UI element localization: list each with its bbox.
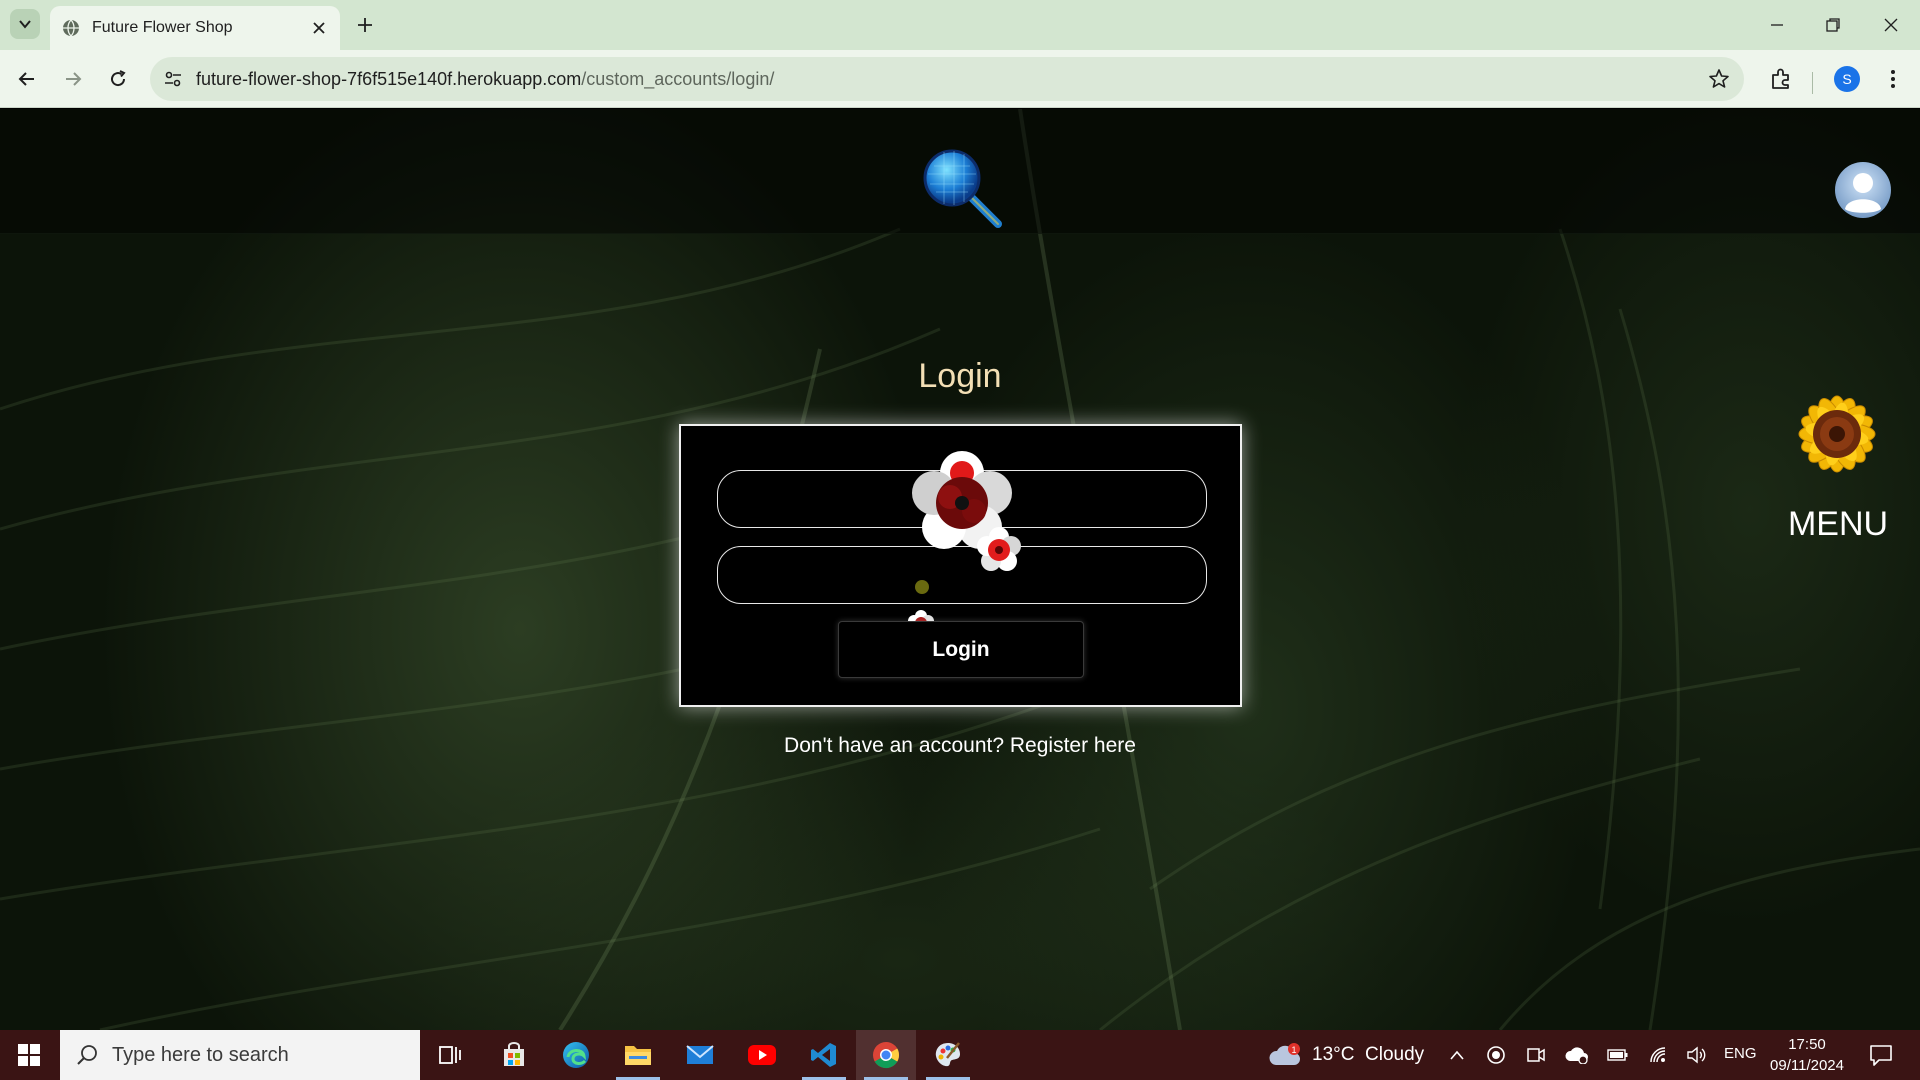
tray-record-button[interactable] xyxy=(1482,1030,1510,1080)
username-input[interactable] xyxy=(717,470,1207,528)
palette-icon xyxy=(935,1042,960,1067)
minimize-icon xyxy=(1771,24,1783,26)
minimize-button[interactable] xyxy=(1762,10,1792,40)
restore-button[interactable] xyxy=(1818,10,1848,40)
url-text: future-flower-shop-7f6f515e140f.herokuap… xyxy=(196,69,774,90)
restore-icon xyxy=(1826,18,1840,32)
taskbar-clock[interactable]: 17:50 09/11/2024 xyxy=(1762,1034,1852,1076)
windows-taskbar: Type here to search 1 13°C Cloudy ENG 17… xyxy=(0,1030,1920,1080)
microsoft-store-icon xyxy=(504,1042,524,1066)
vscode-icon xyxy=(811,1043,836,1067)
edge-browser-icon xyxy=(563,1042,589,1068)
search-icon xyxy=(77,1045,97,1065)
url-host: future-flower-shop-7f6f515e140f.herokuap… xyxy=(196,69,582,89)
tray-meet-button[interactable] xyxy=(1522,1030,1550,1080)
back-button[interactable] xyxy=(12,64,42,94)
arrow-left-icon xyxy=(18,72,34,86)
folder-icon xyxy=(625,1046,651,1065)
tab-title: Future Flower Shop xyxy=(92,19,233,36)
taskbar-app-mail[interactable] xyxy=(670,1030,730,1080)
page-content: MENU Login Login Don't have an account? … xyxy=(0,109,1920,1030)
tray-onedrive-button[interactable] xyxy=(1562,1030,1592,1080)
arrow-right-icon xyxy=(66,72,82,86)
reload-icon xyxy=(111,70,126,87)
clock-date: 09/11/2024 xyxy=(1770,1057,1844,1074)
globe-icon xyxy=(63,19,79,37)
youtube-icon xyxy=(748,1045,776,1065)
sunflower-menu-icon[interactable] xyxy=(1762,359,1912,509)
new-tab-button[interactable] xyxy=(352,12,378,38)
taskbar-app-chrome[interactable] xyxy=(856,1030,916,1080)
clock-time: 17:50 xyxy=(1788,1036,1826,1053)
login-heading: Login xyxy=(918,357,1002,395)
extensions-icon[interactable] xyxy=(1768,66,1794,92)
toolbar-separator xyxy=(1812,72,1813,94)
weather-widget[interactable]: 1 13°C Cloudy xyxy=(1268,1030,1424,1080)
weather-text: 13°C Cloudy xyxy=(1312,1044,1425,1065)
taskbar-app-file-explorer[interactable] xyxy=(608,1030,668,1080)
cloud-weather-icon: 1 xyxy=(1269,1043,1300,1065)
user-account-icon[interactable] xyxy=(1834,161,1892,219)
address-bar[interactable]: future-flower-shop-7f6f515e140f.herokuap… xyxy=(150,57,1744,101)
close-icon xyxy=(1884,18,1898,32)
url-path: /custom_accounts/login/ xyxy=(581,69,775,89)
plus-icon xyxy=(358,18,372,32)
tray-battery-button[interactable] xyxy=(1604,1030,1632,1080)
speaker-icon xyxy=(1687,1046,1706,1064)
reload-button[interactable] xyxy=(103,64,133,94)
task-view-icon xyxy=(439,1046,461,1064)
taskbar-app-youtube[interactable] xyxy=(732,1030,792,1080)
chrome-icon xyxy=(873,1042,900,1069)
start-button[interactable] xyxy=(0,1030,58,1080)
site-settings-icon[interactable] xyxy=(162,68,184,90)
login-form: Login xyxy=(679,424,1242,707)
browser-tab-bar: Future Flower Shop xyxy=(0,0,1920,50)
browser-tab[interactable]: Future Flower Shop xyxy=(50,6,340,50)
more-menu-icon[interactable] xyxy=(1880,66,1906,92)
password-input[interactable] xyxy=(717,546,1207,604)
taskbar-app-store[interactable] xyxy=(484,1030,544,1080)
browser-toolbar: future-flower-shop-7f6f515e140f.herokuap… xyxy=(0,50,1920,108)
windows-logo-icon xyxy=(18,1044,40,1066)
cloud-sync-icon xyxy=(1565,1047,1588,1064)
close-icon[interactable] xyxy=(310,19,328,37)
search-placeholder: Type here to search xyxy=(112,1043,289,1066)
battery-icon xyxy=(1607,1049,1628,1061)
notification-center-icon[interactable] xyxy=(1866,1040,1896,1070)
task-view-button[interactable] xyxy=(420,1030,480,1080)
record-icon xyxy=(1487,1046,1505,1064)
forward-button[interactable] xyxy=(58,64,88,94)
taskbar-app-paint[interactable] xyxy=(918,1030,978,1080)
close-window-button[interactable] xyxy=(1876,10,1906,40)
taskbar-app-vscode[interactable] xyxy=(794,1030,854,1080)
show-hidden-icons-button[interactable] xyxy=(1444,1030,1470,1080)
camera-icon xyxy=(1527,1048,1545,1062)
chevron-up-icon xyxy=(1450,1050,1464,1060)
mail-icon xyxy=(686,1045,714,1064)
tray-volume-button[interactable] xyxy=(1682,1030,1710,1080)
register-link[interactable]: Don't have an account? Register here xyxy=(700,734,1220,758)
menu-label[interactable]: MENU xyxy=(1776,505,1900,544)
profile-avatar[interactable]: S xyxy=(1834,66,1860,92)
chevron-down-icon xyxy=(19,20,31,29)
language-indicator[interactable]: ENG xyxy=(1724,1045,1757,1062)
magnifier-search-icon[interactable] xyxy=(918,144,1008,234)
tab-search-button[interactable] xyxy=(10,9,40,39)
taskbar-search-box[interactable]: Type here to search xyxy=(60,1030,420,1080)
tray-network-button[interactable] xyxy=(1644,1030,1672,1080)
login-button[interactable]: Login xyxy=(838,621,1084,678)
bookmark-star-icon[interactable] xyxy=(1708,68,1730,90)
wifi-icon xyxy=(1650,1047,1666,1063)
weather-badge-count: 1 xyxy=(1291,1045,1296,1055)
taskbar-app-edge[interactable] xyxy=(546,1030,606,1080)
